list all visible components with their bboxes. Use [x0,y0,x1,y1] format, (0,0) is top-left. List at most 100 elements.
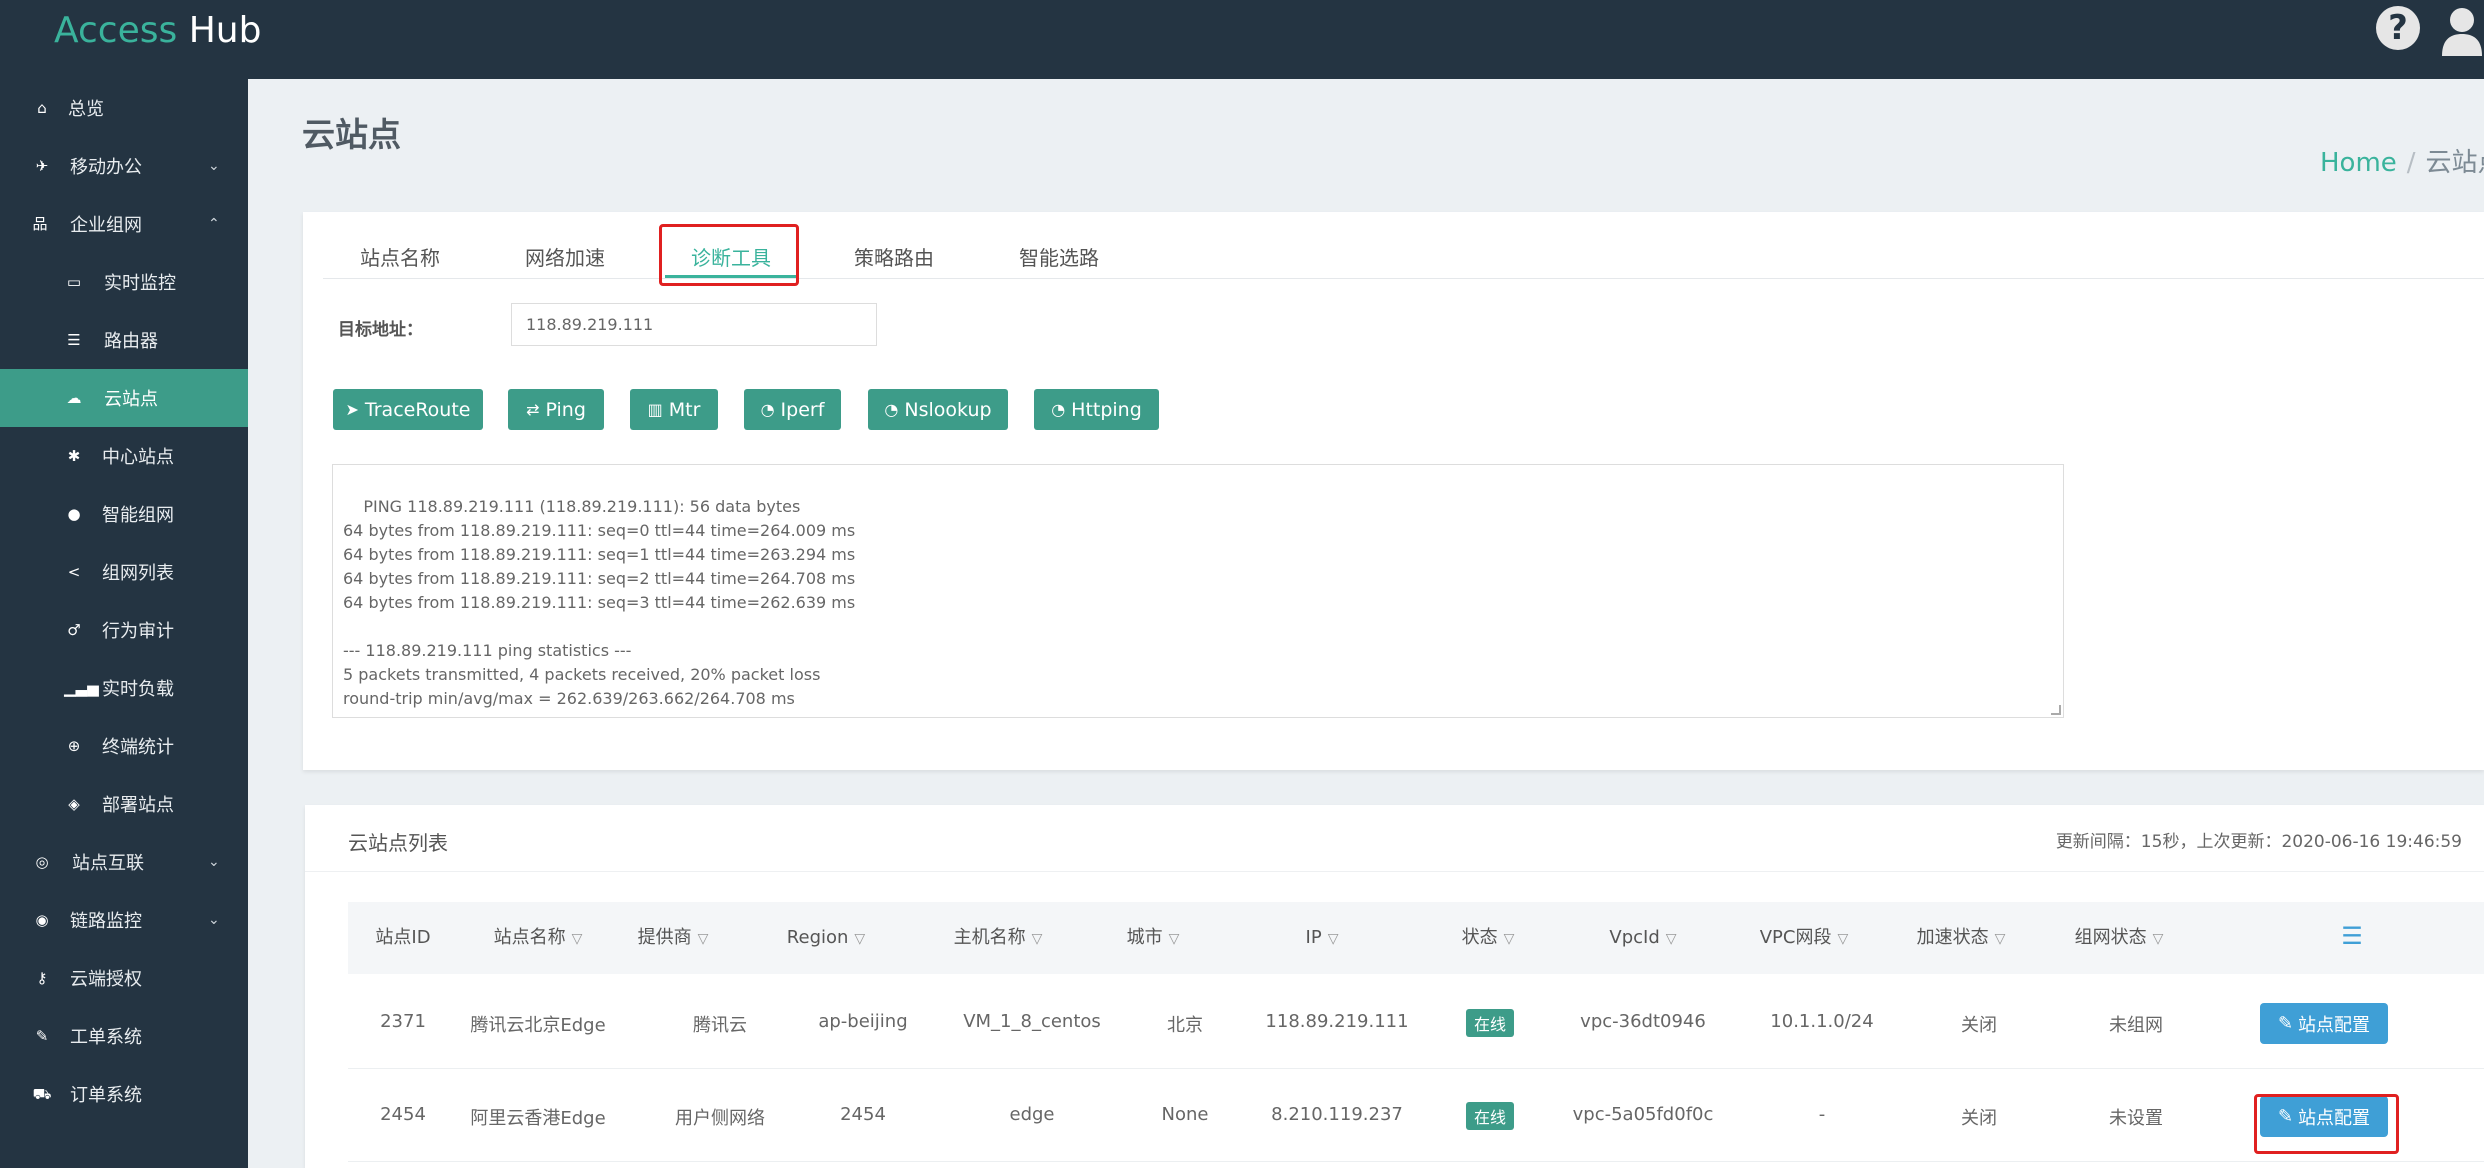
sidebar-item-smart-network[interactable]: ● 智能组网 [0,485,248,543]
router-icon: ☰ [67,331,81,349]
cell-vpcid: vpc-5a05fd0f0c [1572,1104,1714,1125]
sidebar-item-label: 终端统计 [102,737,174,758]
column-header-city[interactable]: 城市 ▽ [1127,902,1180,974]
sidebar-item-router[interactable]: ☰ 路由器 [0,311,248,369]
sidebar-item-behavior-audit[interactable]: ♂ 行为审计 [0,601,248,659]
filter-icon[interactable]: ▽ [698,931,709,947]
cell-hostname: VM_1_8_centos [963,1011,1101,1032]
sidebar-item-label: 实时监控 [104,273,176,294]
filter-icon[interactable]: ▽ [1666,931,1677,947]
app-logo[interactable]: Access Hub [54,10,261,51]
column-header-site-name[interactable]: 站点名称 ▽ [494,902,583,974]
monitor-icon: ▭ [66,273,82,291]
sidebar-item-terminal-stats[interactable]: ⊕ 终端统计 [0,717,248,775]
sidebar-item-label: 路由器 [104,331,158,352]
cell-acceleration-status: 关闭 [1961,1108,1997,1129]
resize-handle-icon[interactable] [2051,705,2061,715]
cell-ip: 118.89.219.111 [1265,1011,1409,1032]
traceroute-button[interactable]: ➤ TraceRoute [333,389,483,430]
column-header-vpcid[interactable]: VpcId ▽ [1609,902,1676,974]
sidebar-item-label: 部署站点 [102,795,174,816]
filter-icon[interactable]: ▽ [1504,931,1515,947]
column-header-hostname[interactable]: 主机名称 ▽ [954,902,1043,974]
target-address-input[interactable]: 118.89.219.111 [511,303,877,346]
chevron-down-icon: ⌄ [208,158,220,174]
httping-button-label: Httping [1071,398,1142,421]
cell-vpcid: vpc-36dt0946 [1580,1011,1706,1032]
cell-city: None [1161,1104,1209,1125]
sidebar-item-center-site[interactable]: ✱ 中心站点 [0,427,248,485]
help-icon[interactable]: ? [2376,6,2420,50]
sidebar-item-deploy-site[interactable]: ◈ 部署站点 [0,775,248,833]
ping-button[interactable]: ⇄ Ping [508,389,604,430]
config-button-highlight-box [2254,1094,2399,1154]
sidebar-item-enterprise-network[interactable]: 品 企业组网 ⌃ [0,195,248,253]
column-header-label: VPC网段 [1759,927,1832,948]
cell-hostname: edge [1009,1104,1055,1125]
breadcrumb-home-link[interactable]: Home [2320,148,2397,178]
share-icon: < [67,563,81,581]
tab-site-name[interactable]: 站点名称 [360,242,440,271]
column-list-icon[interactable]: ☰ [2341,922,2363,950]
sidebar-item-order-system[interactable]: ⛟ 订单系统 [0,1065,248,1123]
globe-icon: ◎ [35,853,49,871]
top-bar: Access Hub ? [0,0,2484,79]
row-divider [348,1068,2484,1069]
sidebar-item-label: 组网列表 [102,563,174,584]
cell-provider: 腾讯云 [693,1015,747,1036]
sidebar-item-link-monitor[interactable]: ◉ 链路监控 ⌄ [0,891,248,949]
filter-icon[interactable]: ▽ [572,931,583,947]
sidebar-item-site-interconnect[interactable]: ◎ 站点互联 ⌄ [0,833,248,891]
cell-vpc-cidr: 10.1.1.0/24 [1770,1011,1874,1032]
status-badge: 在线 [1465,1102,1515,1130]
logo-text-hub: Hub [188,10,262,51]
column-header-ip[interactable]: IP ▽ [1306,902,1339,974]
site-config-button[interactable]: ✎ 站点配置 [2260,1003,2388,1044]
cell-region: 2454 [840,1104,886,1125]
filter-icon[interactable]: ▽ [1169,931,1180,947]
ping-button-label: Ping [545,398,586,421]
sidebar-item-cloud-site[interactable]: ☁ 云站点 [0,369,248,427]
wrench-icon: ✎ [35,1027,49,1045]
column-header-label: 状态 [1461,927,1498,948]
diagnostic-panel: 站点名称 网络加速 诊断工具 策略路由 智能选路 目标地址： 118.89.21… [303,212,2484,770]
column-header-region[interactable]: Region ▽ [787,902,865,974]
filter-icon[interactable]: ▽ [1328,931,1339,947]
sidebar-item-realtime-load[interactable]: ▁▃▅ 实时负载 [0,659,248,717]
column-header-network-status[interactable]: 组网状态 ▽ [2075,902,2164,974]
sidebar-item-realtime-monitor[interactable]: ▭ 实时监控 [0,253,248,311]
column-header-provider[interactable]: 提供商 ▽ [638,902,709,974]
column-header-acceleration-status[interactable]: 加速状态 ▽ [1917,902,2006,974]
sidebar-item-mobile-office[interactable]: ✈ 移动办公 ⌄ [0,137,248,195]
target-address-label: 目标地址： [338,320,423,340]
sidebar-item-ticket-system[interactable]: ✎ 工单系统 [0,1007,248,1065]
mtr-button[interactable]: ▥ Mtr [630,389,718,430]
cell-vpc-cidr: - [1818,1104,1826,1125]
dashboard-icon: ◔ [760,400,775,419]
tab-smart-routing[interactable]: 智能选路 [1019,242,1099,271]
httping-button[interactable]: ◔ Httping [1034,389,1159,430]
filter-icon[interactable]: ▽ [1837,931,1848,947]
site-config-button-label: 站点配置 [2298,1014,2371,1036]
nslookup-button-label: Nslookup [904,398,992,421]
filter-icon[interactable]: ▽ [1032,931,1043,947]
column-header-vpc-cidr[interactable]: VPC网段 ▽ [1760,902,1849,974]
sidebar-item-cloud-license[interactable]: ⚷ 云端授权 [0,949,248,1007]
nslookup-button[interactable]: ◔ Nslookup [868,389,1008,430]
iperf-button[interactable]: ◔ Iperf [744,389,841,430]
diagnostic-output-textarea[interactable]: PING 118.89.219.111 (118.89.219.111): 56… [332,464,2064,718]
cart-icon: ⛟ [32,1085,52,1103]
sitemap-icon: 品 [32,215,48,233]
user-icon[interactable] [2440,6,2484,56]
sidebar-item-overview[interactable]: ⌂ 总览 [0,79,248,137]
filter-icon[interactable]: ▽ [1995,931,2006,947]
tab-highlight-box [659,224,799,286]
dashboard-icon: ◔ [884,400,899,419]
tab-policy-routing[interactable]: 策略路由 [854,242,934,271]
filter-icon[interactable]: ▽ [2153,931,2164,947]
column-header-site-id[interactable]: 站点ID [375,902,430,974]
column-header-status[interactable]: 状态 ▽ [1462,902,1515,974]
sidebar-item-network-list[interactable]: < 组网列表 [0,543,248,601]
tab-network-acceleration[interactable]: 网络加速 [525,242,605,271]
filter-icon[interactable]: ▽ [854,931,865,947]
